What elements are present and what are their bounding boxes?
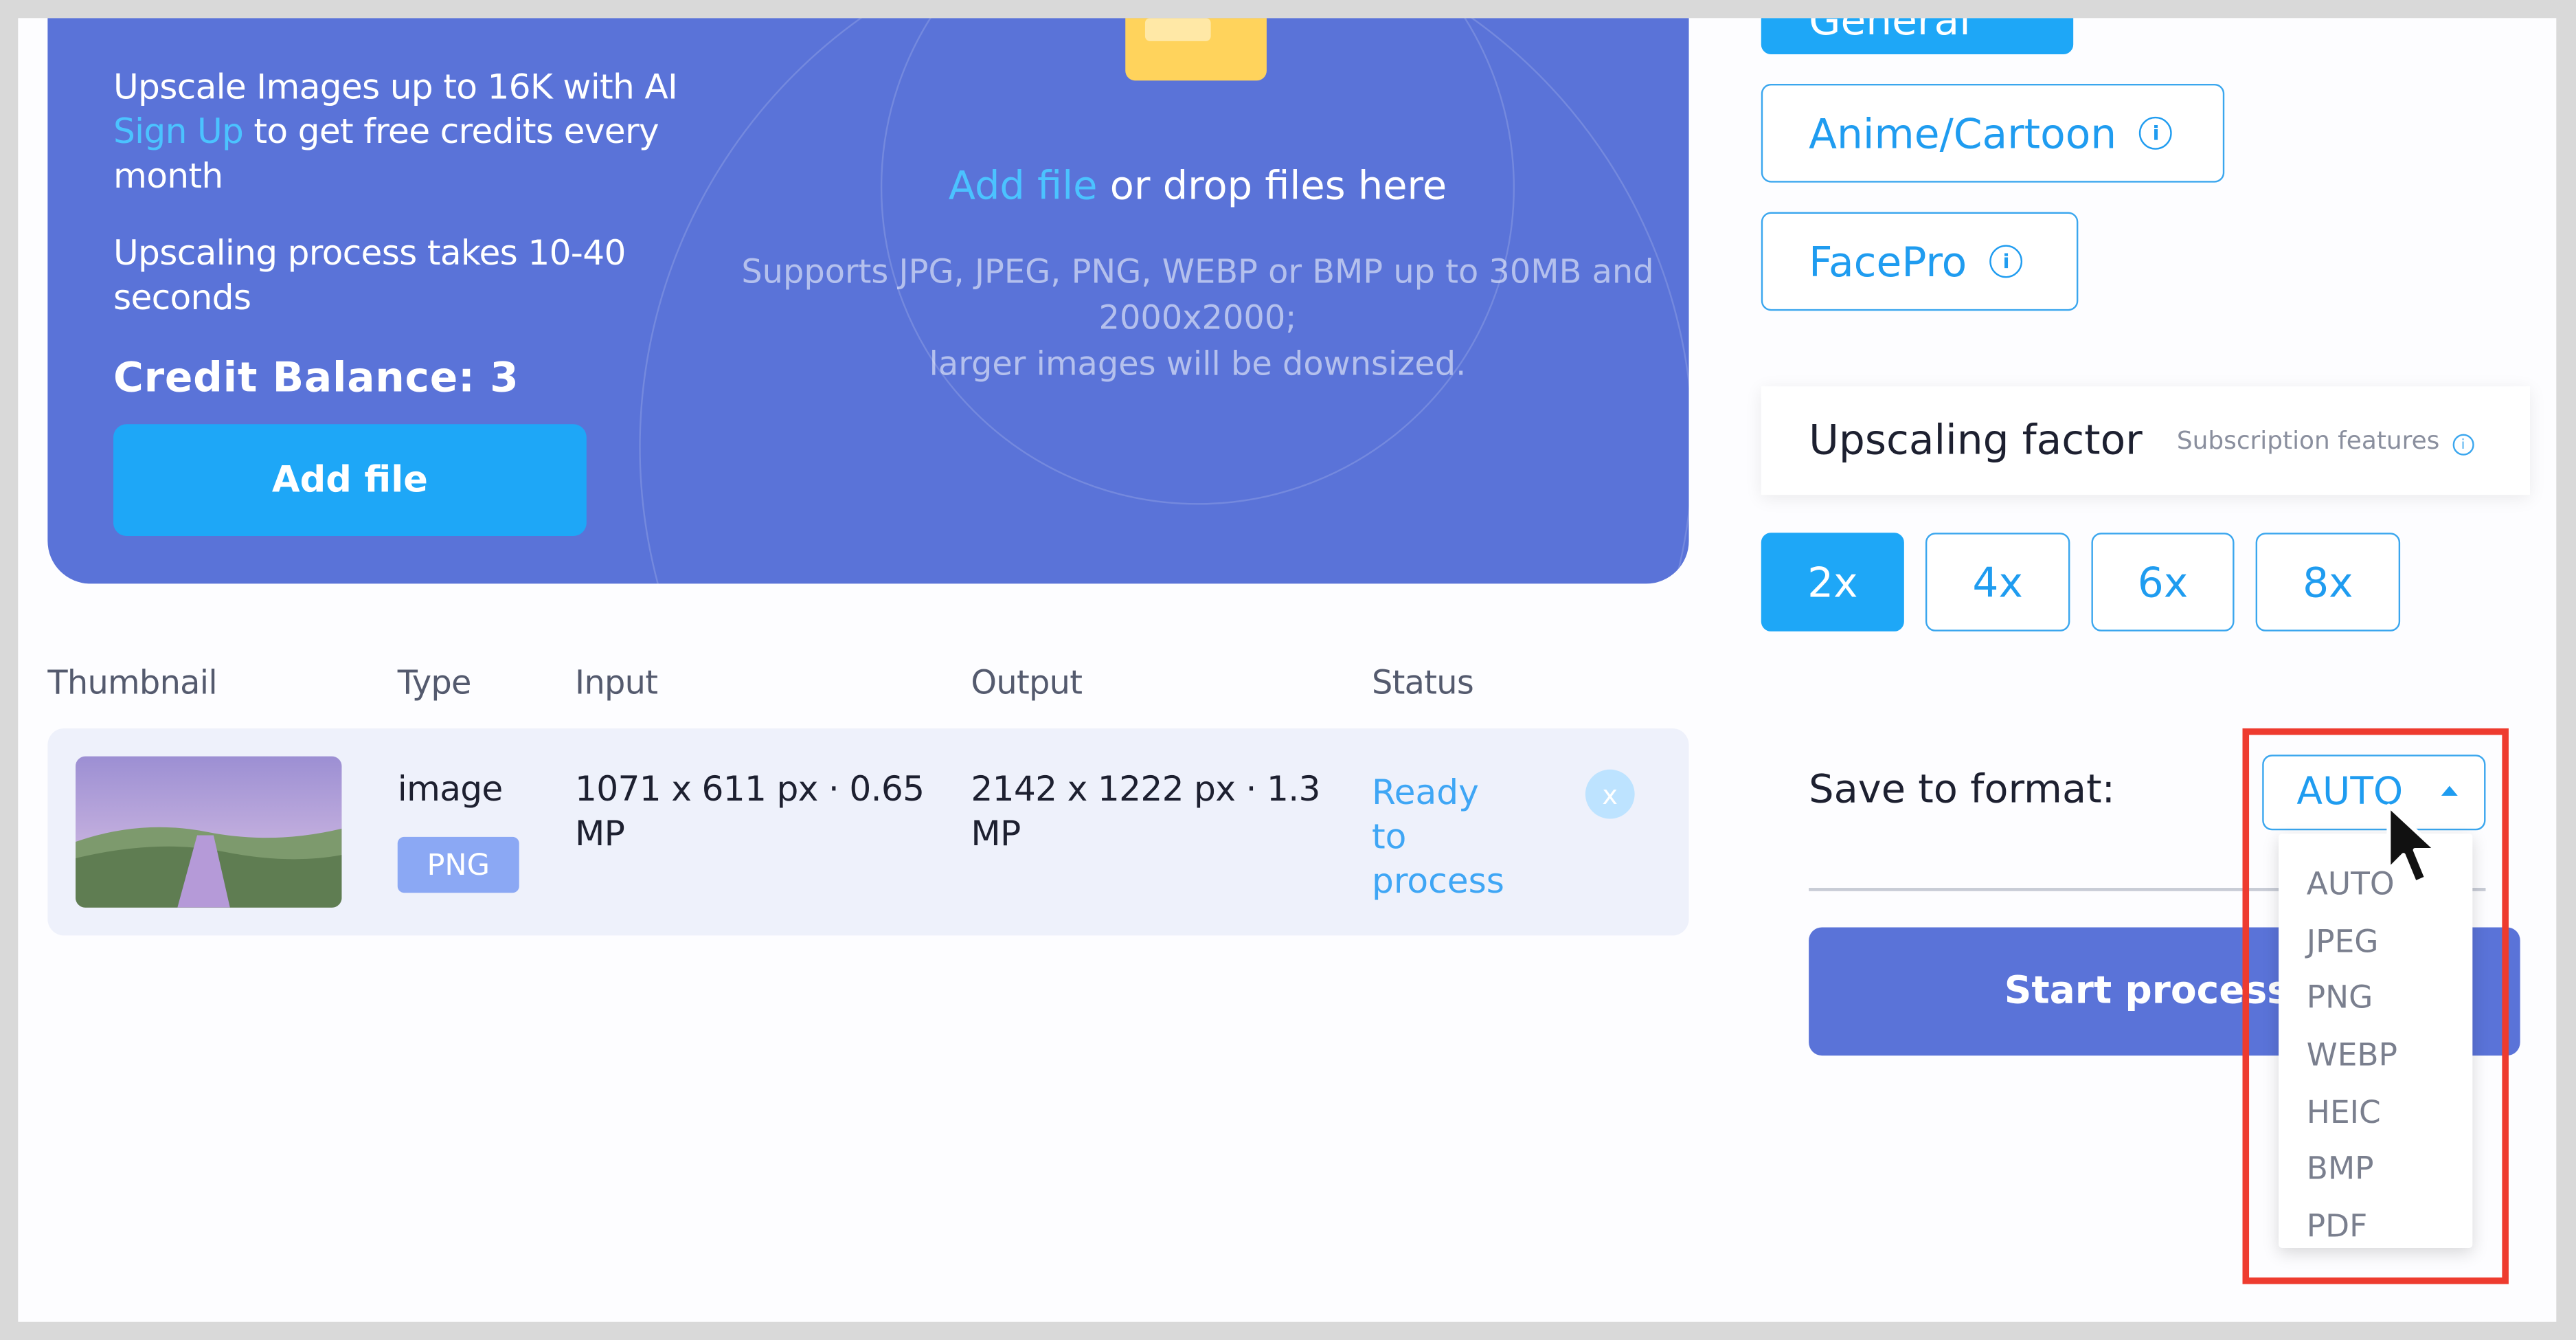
file-type: image [397,769,504,809]
image-thumbnail [76,756,342,908]
header-type: Type [397,662,472,702]
drop-text: or drop files here [1097,162,1447,209]
subscription-text: Subscription features [2176,425,2440,456]
supports-line2: 2000x2000; [1098,298,1297,337]
drop-add-file-link[interactable]: Add file [949,163,1098,209]
info-icon[interactable]: i [2139,116,2173,150]
status-line1: Ready [1371,772,1479,812]
app-page: Upscale Images up to 16K with AI Sign Up… [18,18,2557,1322]
upscaling-factor-card: Upscaling factor Subscription features i [1761,386,2531,495]
model-anime-button[interactable]: Anime/Cartoon i [1761,84,2225,183]
input-line1: 1071 x 611 px · 0.65 [575,769,925,809]
upload-card: Upscale Images up to 16K with AI Sign Up… [47,18,1689,584]
supported-formats-note: Supports JPG, JPEG, PNG, WEBP or BMP up … [697,248,1689,386]
table-row: image PNG 1071 x 611 px · 0.65 MP 2142 x… [47,728,1689,936]
hero-headline: Upscale Images up to 16K with AI Sign Up… [113,66,705,199]
input-line2: MP [575,814,625,853]
output-line2: MP [971,814,1021,853]
output-size: 2142 x 1222 px · 1.3 MP [971,768,1332,856]
hero-line2: to get free credits every [243,111,659,152]
model-facepro-button[interactable]: FacePro i [1761,212,2079,311]
hero-line1: Upscale Images up to 16K with AI [113,67,678,107]
highlight-box [2242,728,2509,1284]
add-file-button[interactable]: Add file [113,424,587,536]
model-anime-label: Anime/Cartoon [1809,109,2117,157]
factor-2x-button[interactable]: 2x [1761,533,1904,632]
factor-8x-button[interactable]: 8x [2255,533,2401,632]
header-status: Status [1371,662,1474,702]
status-line3: process [1371,861,1504,902]
output-line1: 2142 x 1222 px · 1.3 [971,769,1320,809]
info-icon[interactable]: i [1989,245,2023,278]
hero-line3: month [113,156,223,196]
subscription-features-label: Subscription features i [2177,426,2474,456]
folder-paper [1144,18,1211,41]
supports-line3: larger images will be downsized. [929,344,1467,383]
drop-zone-text[interactable]: Add file or drop files here [672,163,1688,209]
credit-balance: Credit Balance: 3 [113,353,519,401]
factor-4x-button[interactable]: 4x [1925,533,2070,632]
status-line2: to [1371,817,1407,857]
model-general-label: General [1809,18,1971,44]
process-line2: seconds [113,278,251,317]
factor-6x-button[interactable]: 6x [2091,533,2235,632]
upscaling-factor-title: Upscaling factor [1809,416,2143,464]
remove-file-button[interactable]: x [1585,769,1635,819]
header-output: Output [971,662,1083,702]
info-icon[interactable]: i [2452,434,2474,456]
format-badge: PNG [397,836,519,893]
model-general-button[interactable]: General [1761,18,2074,54]
process-line1: Upscaling process takes 10-40 [113,233,626,273]
mouse-cursor-icon [2386,803,2439,885]
close-icon: x [1602,778,1618,810]
model-facepro-label: FacePro [1809,237,1967,286]
header-thumbnail: Thumbnail [47,662,217,702]
process-note: Upscaling process takes 10-40 seconds [113,232,688,320]
save-format-label: Save to format: [1809,766,2115,812]
input-size: 1071 x 611 px · 0.65 MP [575,768,936,856]
supports-line1: Supports JPG, JPEG, PNG, WEBP or BMP up … [741,252,1654,291]
status-text: Ready to process [1372,771,1504,904]
thumbnail-image [76,756,342,908]
folder-icon [1125,18,1267,81]
signup-link[interactable]: Sign Up [113,112,244,151]
header-input: Input [575,662,658,702]
